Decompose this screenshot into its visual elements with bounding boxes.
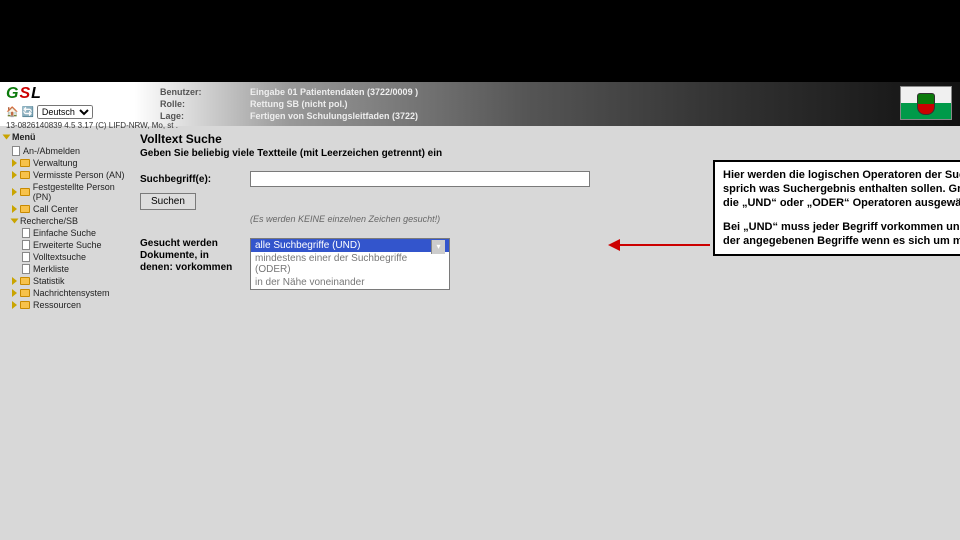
sidebar-item[interactable]: Nachrichtensystem — [4, 287, 132, 299]
sidebar-item-label: Volltextsuche — [33, 252, 86, 262]
menu-heading[interactable]: Menü — [4, 132, 132, 142]
language-select[interactable]: Deutsch — [37, 105, 93, 119]
sidebar-item[interactable]: Ressourcen — [4, 299, 132, 311]
operator-select[interactable]: ▾alle Suchbegriffe (UND) mindestens eine… — [250, 238, 450, 290]
sidebar-item[interactable]: Einfache Suche — [4, 227, 132, 239]
sidebar-item[interactable]: Verwaltung — [4, 157, 132, 169]
sidebar-item[interactable]: Festgestellte Person (PN) — [4, 181, 132, 203]
sidebar-item-label: Festgestellte Person (PN) — [33, 182, 132, 202]
sidebar-item-label: Call Center — [33, 204, 78, 214]
header-user-label: Benutzer: — [160, 86, 202, 98]
sidebar: Menü An-/Abmelden Verwaltung Vermisste Per… — [0, 126, 136, 540]
sidebar-item-label: Statistik — [33, 276, 65, 286]
refresh-icon[interactable]: 🔄 — [21, 107, 33, 118]
search-label: Suchbegriff(e): — [140, 174, 240, 185]
chevron-right-icon — [12, 171, 17, 179]
sidebar-item[interactable]: Volltextsuche — [4, 251, 132, 263]
sidebar-item-label: Nachrichtensystem — [33, 288, 110, 298]
operator-label: Gesucht werden Dokumente, in denen: vork… — [140, 238, 240, 274]
file-icon — [12, 146, 20, 156]
folder-icon — [20, 159, 30, 167]
sidebar-item[interactable]: Statistik — [4, 275, 132, 287]
app-header: GSL 🏠 🔄 Deutsch 13-0826140839 4.5 3.17 (… — [0, 82, 960, 126]
folder-icon — [20, 188, 30, 196]
operator-option[interactable]: mindestens einer der Suchbegriffe (ODER) — [251, 252, 449, 276]
file-icon — [22, 252, 30, 262]
nrw-flag — [900, 86, 952, 120]
slide-top-gap — [0, 0, 960, 82]
sidebar-item[interactable]: Vermisste Person (AN) — [4, 169, 132, 181]
header-situation-label: Lage: — [160, 110, 202, 122]
callout-paragraph: Bei „UND“ muss jeder Begriff vorkommen u… — [723, 220, 960, 248]
sidebar-item[interactable]: Recherche/SB — [4, 215, 132, 227]
callout-paragraph: Hier werden die logischen Operatoren der… — [723, 168, 960, 210]
file-icon — [22, 240, 30, 250]
sidebar-item-label: An-/Abmelden — [23, 146, 80, 156]
sidebar-item-label: Merkliste — [33, 264, 69, 274]
folder-icon — [20, 289, 30, 297]
header-role-value: Rettung SB (nicht pol.) — [250, 98, 418, 110]
file-icon — [22, 264, 30, 274]
page-subtitle: Geben Sie beliebig viele Textteile (mit … — [140, 148, 960, 159]
sidebar-item-label: Ressourcen — [33, 300, 81, 310]
header-value-column: Eingabe 01 Patientendaten (3722/0009 ) R… — [250, 86, 418, 122]
main-content: Volltext Suche Geben Sie beliebig viele … — [136, 126, 960, 540]
sidebar-item-label: Verwaltung — [33, 158, 78, 168]
operator-option[interactable]: in der Nähe voneinander — [251, 276, 449, 289]
sidebar-item-label: Erweiterte Suche — [33, 240, 102, 250]
sidebar-item[interactable]: Merkliste — [4, 263, 132, 275]
page-title: Volltext Suche — [140, 132, 960, 146]
annotation-callout: Hier werden die logischen Operatoren der… — [713, 160, 960, 256]
chevron-right-icon — [12, 205, 17, 213]
chevron-right-icon — [12, 188, 17, 196]
search-input[interactable] — [250, 171, 590, 187]
file-icon — [22, 228, 30, 238]
folder-icon — [20, 171, 30, 179]
home-icon[interactable]: 🏠 — [6, 107, 18, 118]
header-user-value: Eingabe 01 Patientendaten (3722/0009 ) — [250, 86, 418, 98]
chevron-down-icon — [11, 219, 19, 224]
sidebar-list: An-/Abmelden Verwaltung Vermisste Person (… — [4, 145, 132, 311]
chevron-down-icon — [3, 135, 11, 140]
chevron-right-icon — [12, 277, 17, 285]
chevron-right-icon — [12, 301, 17, 309]
app-logo: GSL — [6, 85, 178, 103]
chevron-right-icon — [12, 159, 17, 167]
folder-icon — [20, 205, 30, 213]
header-label-column: Benutzer: Rolle: Lage: — [160, 86, 202, 122]
sidebar-item[interactable]: Erweiterte Suche — [4, 239, 132, 251]
sidebar-item[interactable]: Call Center — [4, 203, 132, 215]
sidebar-item-label: Vermisste Person (AN) — [33, 170, 125, 180]
annotation-arrow — [608, 239, 710, 251]
header-situation-value: Fertigen von Schulungsleitfaden (3722) — [250, 110, 418, 122]
sidebar-item-label: Recherche/SB — [20, 216, 78, 226]
folder-icon — [20, 277, 30, 285]
folder-icon — [20, 301, 30, 309]
chevron-down-icon: ▾ — [431, 240, 445, 254]
sidebar-item-label: Einfache Suche — [33, 228, 96, 238]
sidebar-item[interactable]: An-/Abmelden — [4, 145, 132, 157]
chevron-right-icon — [12, 289, 17, 297]
search-button[interactable]: Suchen — [140, 193, 196, 210]
header-role-label: Rolle: — [160, 98, 202, 110]
